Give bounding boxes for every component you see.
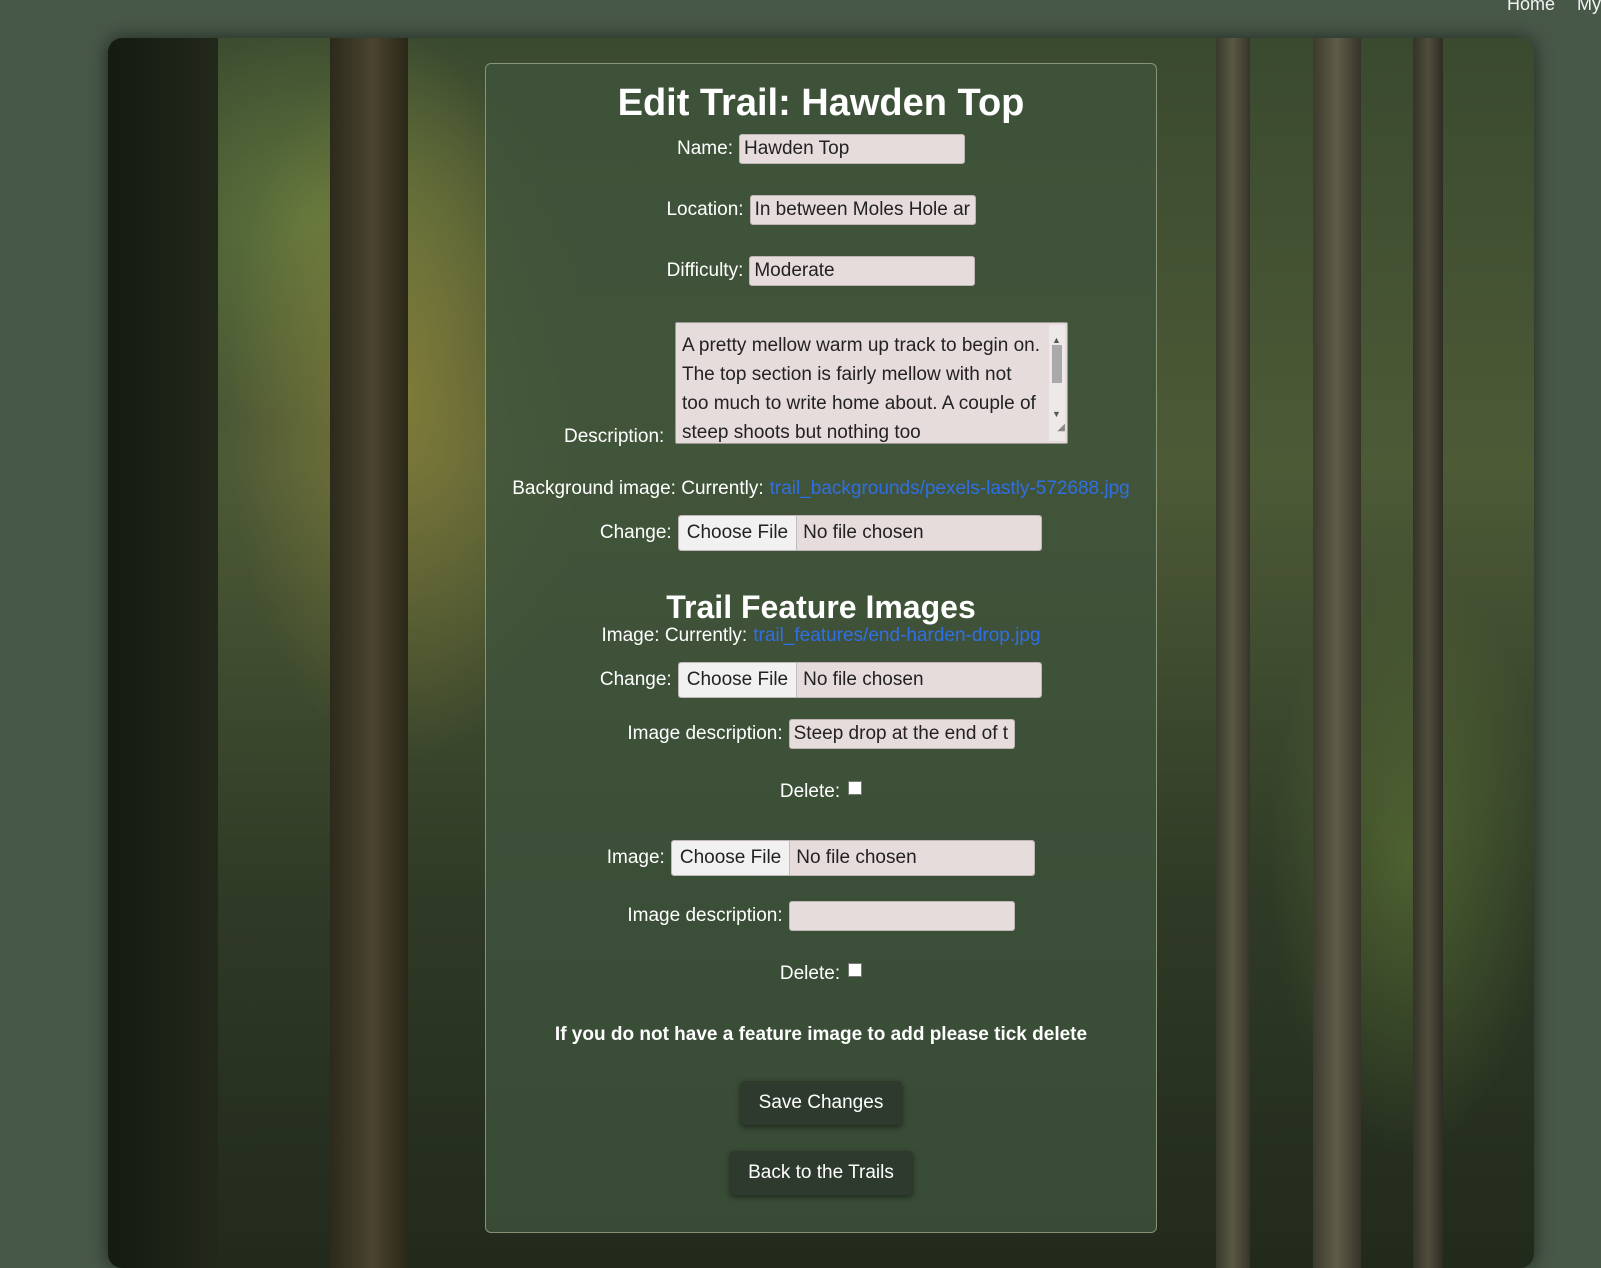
background-image-label: Background image: Currently: — [512, 478, 764, 499]
feature1-desc-label: Image description: — [627, 723, 783, 744]
description-textarea[interactable]: A pretty mellow warm up track to begin o… — [675, 322, 1068, 444]
location-label: Location: — [666, 199, 744, 220]
name-row: Name: — [486, 134, 1156, 164]
feature1-desc-row: Image description: — [486, 719, 1156, 749]
feature1-file-status: No file chosen — [797, 663, 1042, 697]
edit-trail-form: Edit Trail: Hawden Top Name: Location: D… — [485, 63, 1157, 1233]
feature2-desc-label: Image description: — [627, 905, 783, 926]
background-change-row: Change: Choose File No file chosen — [486, 515, 1156, 551]
feature1-delete-checkbox[interactable] — [848, 781, 863, 795]
difficulty-label: Difficulty: — [666, 260, 744, 281]
feature2-delete-checkbox[interactable] — [848, 963, 863, 977]
feature-images-heading: Trail Feature Images — [666, 589, 976, 625]
feature2-desc-row: Image description: — [486, 901, 1156, 931]
feature2-file-status: No file chosen — [790, 841, 1035, 875]
feature1-image-label: Image: Currently: — [601, 625, 748, 646]
feature-delete-note: If you do not have a feature image to ad… — [554, 1024, 1088, 1045]
name-label: Name: — [677, 138, 733, 159]
feature1-image-link[interactable]: trail_features/end-harden-drop.jpg — [753, 625, 1040, 647]
scroll-thumb[interactable] — [1052, 345, 1062, 383]
resize-grip-icon[interactable]: ◢ — [1057, 413, 1065, 442]
difficulty-row: Difficulty: — [486, 256, 1156, 286]
feature1-delete-label: Delete: — [779, 781, 841, 802]
description-label: Description: — [564, 426, 665, 447]
background-change-label: Change: — [599, 522, 672, 543]
back-to-trails-button[interactable]: Back to the Trails — [730, 1151, 912, 1195]
page-title: Edit Trail: Hawden Top — [617, 82, 1025, 124]
background-file-status: No file chosen — [797, 516, 1042, 550]
description-text: A pretty mellow warm up track to begin o… — [682, 335, 1040, 443]
background-image-link[interactable]: trail_backgrounds/pexels-lastly-572688.j… — [770, 478, 1130, 500]
feature1-current-row: Image: Currently: trail_features/end-har… — [486, 625, 1156, 647]
feature2-choose-file-button[interactable]: Choose File — [671, 841, 791, 875]
feature2-delete-row: Delete: — [486, 963, 1156, 985]
feature2-delete-label: Delete: — [779, 963, 841, 984]
save-changes-button[interactable]: Save Changes — [740, 1081, 902, 1125]
feature1-desc-input[interactable] — [788, 719, 1015, 749]
feature2-image-label: Image: — [606, 847, 665, 868]
background-choose-file-button[interactable]: Choose File — [678, 516, 798, 550]
nav-my-link[interactable]: My — [1577, 0, 1601, 15]
feature2-file-input[interactable]: Choose File No file chosen — [670, 840, 1036, 876]
top-nav: Home My — [1507, 0, 1601, 15]
feature1-file-input[interactable]: Choose File No file chosen — [677, 662, 1043, 698]
background-image-row: Background image: Currently: trail_backg… — [486, 478, 1156, 500]
feature1-change-row: Change: Choose File No file chosen — [486, 662, 1156, 698]
feature1-change-label: Change: — [599, 669, 672, 690]
location-input[interactable] — [749, 195, 976, 225]
feature2-image-row: Image: Choose File No file chosen — [486, 840, 1156, 876]
feature1-delete-row: Delete: — [486, 781, 1156, 803]
background-file-input[interactable]: Choose File No file chosen — [677, 515, 1043, 551]
location-row: Location: — [486, 195, 1156, 225]
difficulty-input[interactable] — [749, 256, 976, 286]
feature1-choose-file-button[interactable]: Choose File — [678, 663, 798, 697]
feature2-desc-input[interactable] — [788, 901, 1015, 931]
name-input[interactable] — [738, 134, 965, 164]
nav-home-link[interactable]: Home — [1507, 0, 1555, 15]
